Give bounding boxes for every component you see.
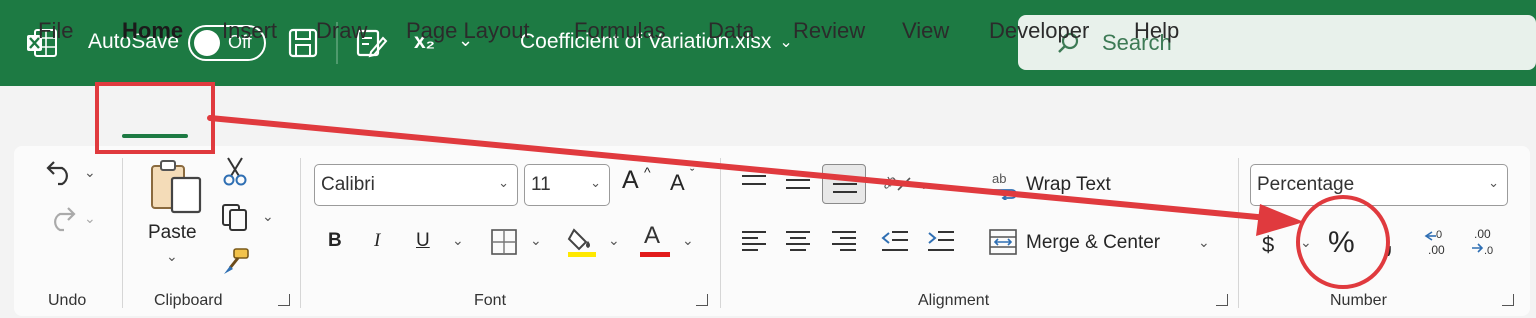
annotation-arrow [207,115,1304,236]
